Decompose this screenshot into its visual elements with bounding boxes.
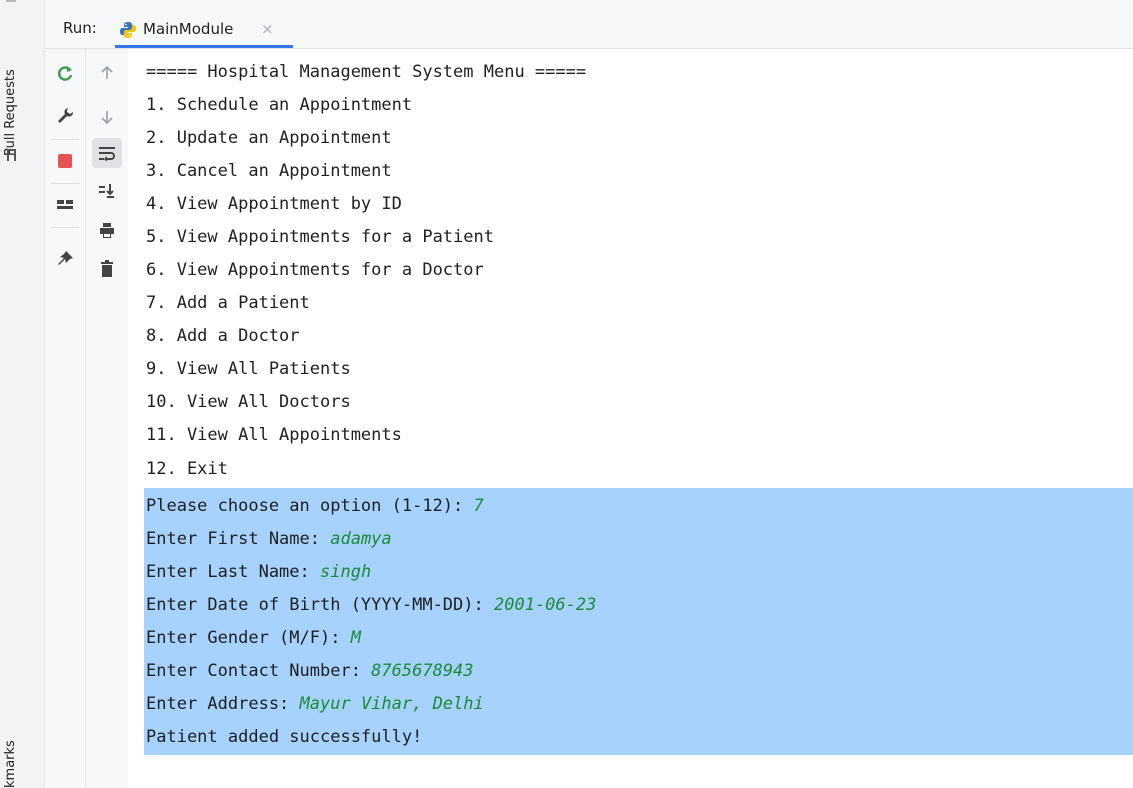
- stop-icon[interactable]: [53, 149, 77, 173]
- user-input: 2001-06-23: [494, 595, 597, 615]
- console-output[interactable]: ===== Hospital Management System Menu ==…: [128, 49, 1133, 788]
- toolbar-separator: [51, 227, 79, 228]
- tab-mainmodule[interactable]: MainModule ×: [115, 10, 327, 48]
- console-line: Patient added successfully!: [146, 721, 422, 754]
- user-input: 7: [473, 496, 484, 516]
- trash-icon[interactable]: [95, 257, 119, 281]
- menu-item: 5. View Appointments for a Patient: [146, 227, 494, 247]
- menu-item: 11. View All Appointments: [146, 425, 402, 445]
- arrow-down-icon[interactable]: [95, 105, 119, 129]
- pull-request-icon[interactable]: [6, 147, 20, 166]
- menu-item: 12. Exit: [146, 459, 228, 479]
- prompt-text: Enter Date of Birth (YYYY-MM-DD):: [146, 595, 494, 615]
- menu-item: 2. Update an Appointment: [146, 128, 392, 148]
- user-input: 8765678943: [371, 661, 474, 681]
- tool-window-stripe: Pull Requests kmarks: [0, 0, 45, 788]
- stop-square: [58, 154, 72, 168]
- run-header: Run: MainModule ×: [45, 0, 1133, 49]
- soft-wrap-icon[interactable]: [92, 138, 122, 168]
- console-line: Enter First Name: adamya: [146, 523, 392, 556]
- user-input: Mayur Vihar, Delhi: [299, 694, 484, 714]
- console-line: Enter Gender (M/F): M: [146, 622, 361, 655]
- run-toolbar-primary: [45, 49, 86, 788]
- pull-requests-tab[interactable]: Pull Requests: [3, 46, 19, 156]
- toolbar-separator: [51, 183, 79, 184]
- run-label: Run:: [63, 19, 97, 37]
- user-input: singh: [320, 562, 372, 582]
- scroll-to-end-icon[interactable]: [95, 179, 119, 203]
- bookmarks-tab[interactable]: kmarks: [3, 732, 19, 788]
- console-line: Enter Date of Birth (YYYY-MM-DD): 2001-0…: [146, 589, 596, 622]
- console-line: Please choose an option (1-12): 7: [146, 490, 484, 523]
- user-input: M: [350, 628, 361, 648]
- console-line: Enter Contact Number: 8765678943: [146, 655, 474, 688]
- user-input: adamya: [330, 529, 392, 549]
- menu-item: 6. View Appointments for a Doctor: [146, 260, 484, 280]
- rerun-icon[interactable]: [53, 61, 77, 85]
- menu-item: 8. Add a Doctor: [146, 326, 300, 346]
- console-line: Enter Address: Mayur Vihar, Delhi: [146, 688, 484, 721]
- layout-icon[interactable]: [53, 193, 77, 217]
- menu-item: 4. View Appointment by ID: [146, 194, 402, 214]
- wrench-icon[interactable]: [53, 103, 77, 127]
- menu-item: 7. Add a Patient: [146, 293, 310, 313]
- status-message: Patient added successfully!: [146, 727, 423, 747]
- console-line: Enter Last Name: singh: [146, 556, 371, 589]
- prompt-text: Please choose an option (1-12):: [146, 496, 474, 516]
- toolbar-separator: [51, 139, 79, 140]
- pin-icon[interactable]: [53, 247, 77, 271]
- menu-item: 9. View All Patients: [146, 359, 351, 379]
- tab-label: MainModule: [143, 20, 234, 38]
- menu-item: 1. Schedule an Appointment: [146, 95, 413, 115]
- python-icon: [119, 21, 137, 43]
- print-icon[interactable]: [95, 219, 119, 243]
- prompt-text: Enter Gender (M/F):: [146, 628, 351, 648]
- prompt-text: Enter First Name:: [146, 529, 331, 549]
- active-tab-underline: [115, 45, 293, 48]
- prompt-text: Enter Last Name:: [146, 562, 320, 582]
- close-icon[interactable]: ×: [261, 20, 274, 38]
- prompt-text: Enter Contact Number:: [146, 661, 372, 681]
- menu-item: 10. View All Doctors: [146, 392, 351, 412]
- menu-item: 3. Cancel an Appointment: [146, 161, 392, 181]
- prompt-text: Enter Address:: [146, 694, 300, 714]
- stripe-notch: [6, 0, 16, 2]
- menu-title: ===== Hospital Management System Menu ==…: [146, 62, 587, 82]
- run-toolbar-secondary: [86, 49, 129, 788]
- arrow-up-icon[interactable]: [95, 61, 119, 85]
